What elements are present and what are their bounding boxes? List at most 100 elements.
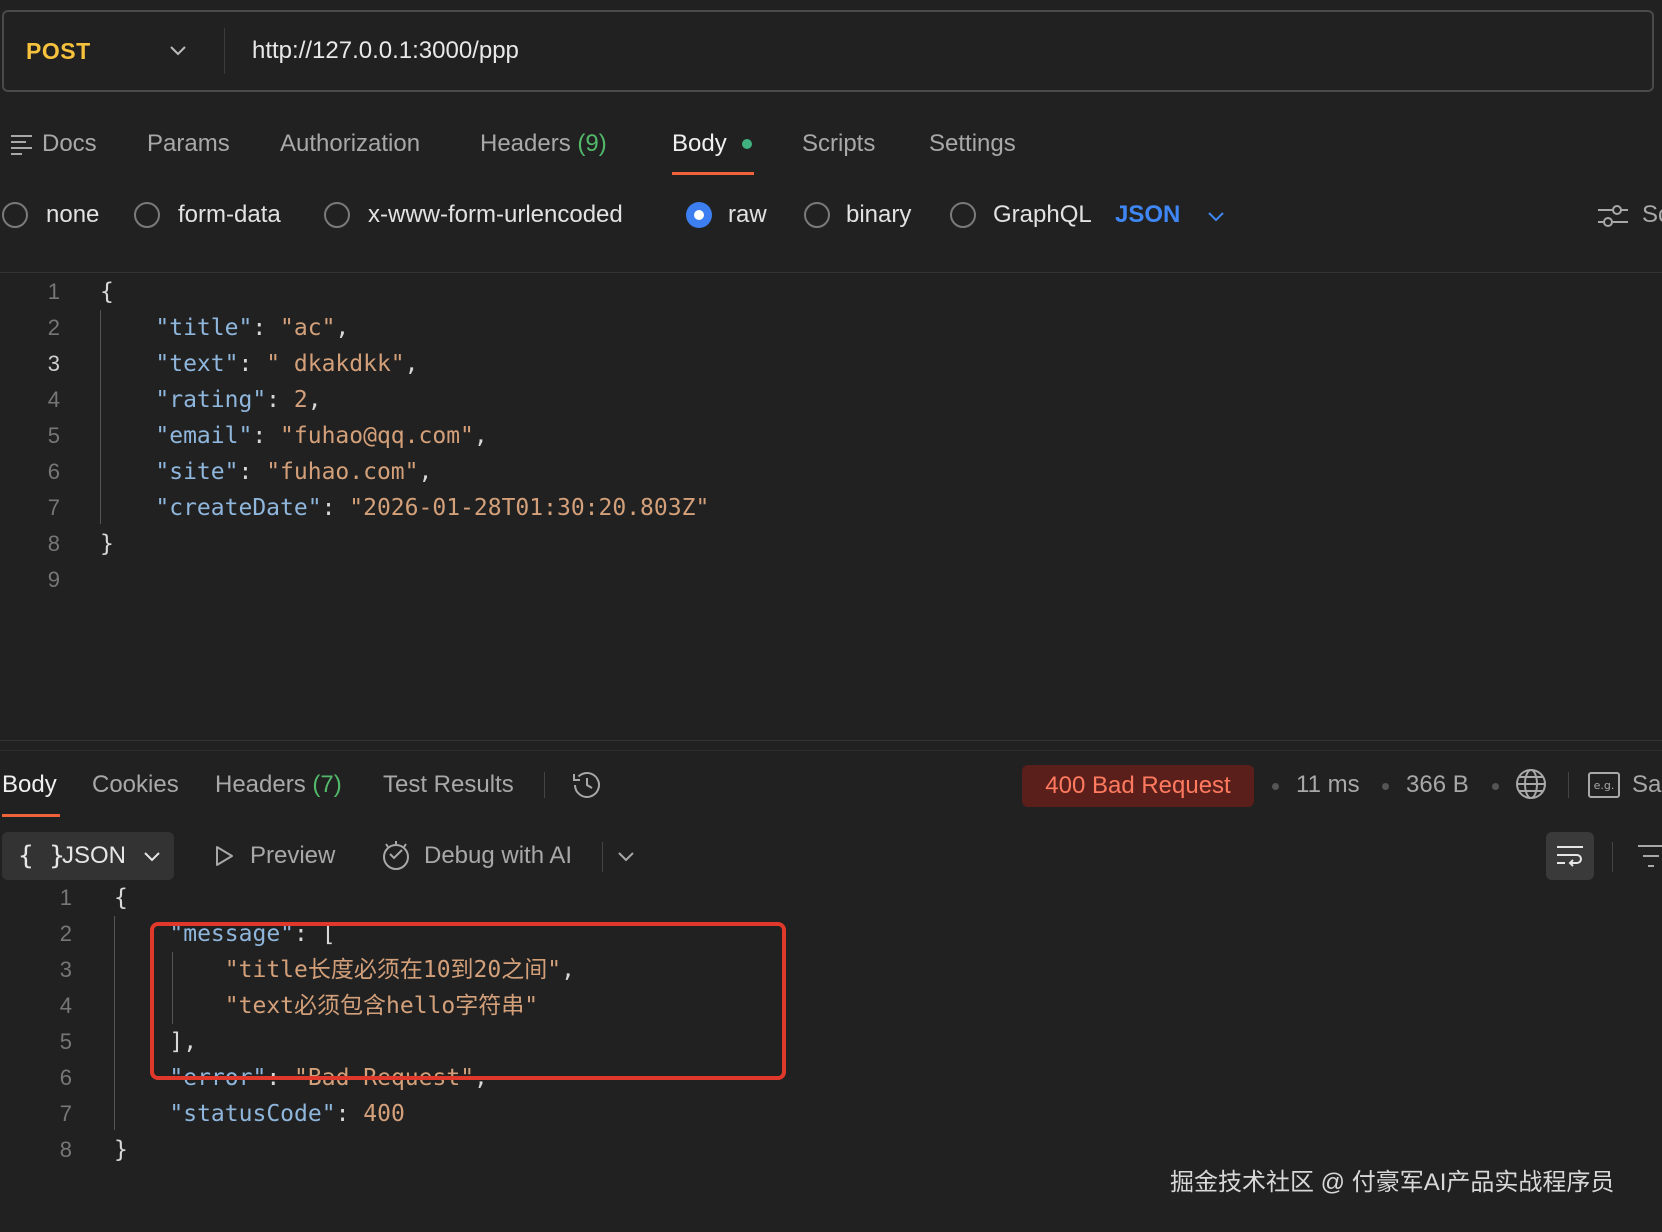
response-tab-test-results[interactable]: Test Results (383, 760, 514, 810)
url-bar: POST http://127.0.0.1:3000/ppp (2, 10, 1654, 92)
svg-text:e.g.: e.g. (1594, 779, 1615, 792)
json-key: "site" (155, 459, 239, 485)
line-number: 2 (47, 315, 60, 340)
method-select[interactable]: POST (26, 12, 91, 90)
separator-dot (1272, 783, 1279, 790)
history-icon[interactable] (570, 768, 604, 802)
json-string: "ac" (280, 315, 336, 341)
line-number: 1 (59, 885, 72, 910)
tab-settings[interactable]: Settings (929, 118, 1016, 170)
json-key: "rating" (155, 387, 267, 413)
format-label[interactable]: JSON (62, 832, 126, 880)
line-number: 4 (59, 993, 72, 1018)
line-number: 8 (47, 531, 60, 556)
tab-body[interactable]: Body (672, 118, 727, 170)
radio-label-binary[interactable]: binary (846, 196, 911, 234)
pane-splitter[interactable] (0, 740, 1662, 741)
json-brace: } (100, 531, 114, 557)
radio-label-none[interactable]: none (46, 196, 99, 234)
line-number: 6 (59, 1065, 72, 1090)
debug-with-ai-button[interactable]: Debug with AI (424, 832, 572, 880)
json-string: " dkakdkk" (266, 351, 405, 377)
chevron-down-icon[interactable] (140, 844, 164, 868)
line-number: 7 (47, 495, 60, 520)
filter-icon[interactable] (1636, 842, 1662, 870)
status-badge[interactable]: 400 Bad Request (1022, 765, 1254, 807)
json-brace: { (100, 279, 114, 305)
line-number: 5 (59, 1029, 72, 1054)
response-tab-headers-count: (7) (312, 771, 342, 798)
radio-binary[interactable] (804, 202, 830, 228)
response-size[interactable]: 366 B (1406, 760, 1469, 810)
response-gutter: 1 2 3 4 5 6 7 8 (12, 880, 72, 1168)
json-string: "fuhao.com" (266, 459, 419, 485)
tab-docs[interactable]: Docs (42, 118, 97, 170)
tab-params[interactable]: Params (147, 118, 230, 170)
json-brace: } (114, 1137, 128, 1163)
line-number: 8 (59, 1137, 72, 1162)
json-number: 400 (363, 1101, 405, 1127)
save-example-icon[interactable]: e.g. (1588, 772, 1620, 798)
tab-headers-label: Headers (480, 130, 571, 157)
response-tab-cookies[interactable]: Cookies (92, 760, 179, 810)
line-number: 1 (47, 279, 60, 304)
radio-label-form-data[interactable]: form-data (178, 196, 281, 234)
radio-label-raw[interactable]: raw (728, 196, 767, 234)
json-string: "fuhao@qq.com" (280, 423, 474, 449)
tab-authorization[interactable]: Authorization (280, 118, 420, 170)
chevron-down-icon[interactable] (166, 38, 190, 62)
response-tab-headers[interactable]: Headers (7) (215, 760, 342, 810)
json-key: "createDate" (155, 495, 322, 521)
line-number: 7 (59, 1101, 72, 1126)
url-input[interactable]: http://127.0.0.1:3000/ppp (252, 12, 519, 90)
line-number: 6 (47, 459, 60, 484)
radio-label-graphql[interactable]: GraphQL (993, 196, 1092, 234)
divider (1568, 772, 1569, 798)
play-icon[interactable] (212, 844, 236, 868)
separator-dot (1492, 783, 1499, 790)
watermark: 掘金技术社区 @ 付豪军AI产品实战程序员 (1170, 1169, 1615, 1196)
language-select[interactable]: JSON (1115, 196, 1180, 234)
chevron-down-icon[interactable] (614, 844, 638, 868)
tab-scripts[interactable]: Scripts (802, 118, 875, 170)
radio-raw[interactable] (686, 202, 712, 228)
tab-headers[interactable]: Headers (9) (480, 118, 607, 170)
json-brace: { (114, 885, 128, 911)
divider (224, 28, 225, 74)
response-tab-body[interactable]: Body (2, 760, 57, 810)
divider (544, 772, 545, 798)
line-number: 2 (59, 921, 72, 946)
line-number: 4 (47, 387, 60, 412)
radio-form-data[interactable] (134, 202, 160, 228)
docs-icon[interactable] (10, 133, 34, 155)
json-key: "title" (155, 315, 253, 341)
divider (602, 842, 603, 872)
globe-icon[interactable] (1514, 767, 1548, 801)
sliders-icon[interactable] (1596, 202, 1630, 230)
ai-debug-icon[interactable] (380, 840, 412, 872)
line-number: 5 (47, 423, 60, 448)
chevron-down-icon[interactable] (1204, 204, 1228, 228)
divider (0, 750, 1662, 751)
active-tab-indicator (2, 814, 60, 817)
separator-dot (1382, 783, 1389, 790)
response-time[interactable]: 11 ms (1296, 760, 1360, 810)
preview-button[interactable]: Preview (250, 832, 335, 880)
json-braces-icon: { } (18, 841, 65, 871)
highlight-box (150, 922, 786, 1080)
json-number: 2 (293, 387, 308, 413)
radio-none[interactable] (2, 202, 28, 228)
request-gutter: 1 2 3 4 5 6 7 8 9 (0, 274, 60, 598)
line-number: 9 (47, 567, 60, 592)
radio-graphql[interactable] (950, 202, 976, 228)
radio-x-www-form-urlencoded[interactable] (324, 202, 350, 228)
save-response-button[interactable]: Sa (1632, 760, 1661, 810)
line-number: 3 (47, 351, 60, 376)
radio-label-x-www-form-urlencoded[interactable]: x-www-form-urlencoded (368, 196, 623, 234)
request-body-editor[interactable]: { "title": "ac", "text": " dkakdkk", "ra… (100, 274, 709, 598)
wrap-lines-button[interactable] (1546, 832, 1594, 880)
divider (1612, 842, 1613, 872)
divider (0, 272, 1662, 273)
body-modified-dot (742, 139, 752, 149)
beautify-button[interactable]: Sc (1642, 196, 1662, 234)
